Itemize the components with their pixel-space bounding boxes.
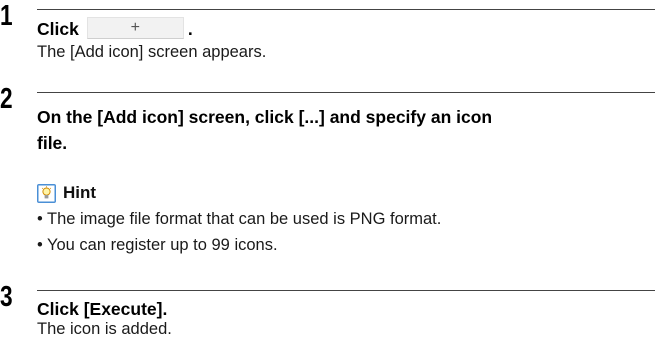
step-2-heading-line2: file.	[37, 133, 68, 153]
step-1-heading-suffix: .	[187, 19, 193, 39]
step-1-divider	[37, 9, 655, 10]
step-1-heading-prefix: Click	[37, 19, 79, 39]
lightbulb-icon	[37, 184, 56, 203]
hint-bullet-2: • You can register up to 99 icons.	[37, 234, 278, 256]
add-icon-button[interactable]: +	[86, 17, 184, 40]
step-2-divider	[37, 92, 655, 93]
hint-bullet-2-text: You can register up to 99 icons.	[47, 236, 278, 254]
step-3-number: 3	[0, 281, 13, 313]
bullet-glyph: •	[37, 236, 43, 254]
step-1-body: The [Add icon] screen appears.	[37, 43, 267, 61]
step-1-heading: Click +.	[37, 16, 193, 42]
step-3-body: The icon is added.	[37, 320, 172, 338]
step-1-number: 1	[0, 0, 13, 32]
hint-bullet-1: • The image file format that can be used …	[37, 208, 441, 230]
hint-bullet-1-text: The image file format that can be used i…	[47, 210, 442, 228]
step-2-heading-line1: On the [Add icon] screen, click [...] an…	[37, 107, 493, 127]
hint-label: Hint	[63, 183, 97, 202]
step-2-number: 2	[0, 83, 13, 115]
bullet-glyph: •	[37, 210, 43, 228]
step-3-divider	[37, 290, 655, 291]
